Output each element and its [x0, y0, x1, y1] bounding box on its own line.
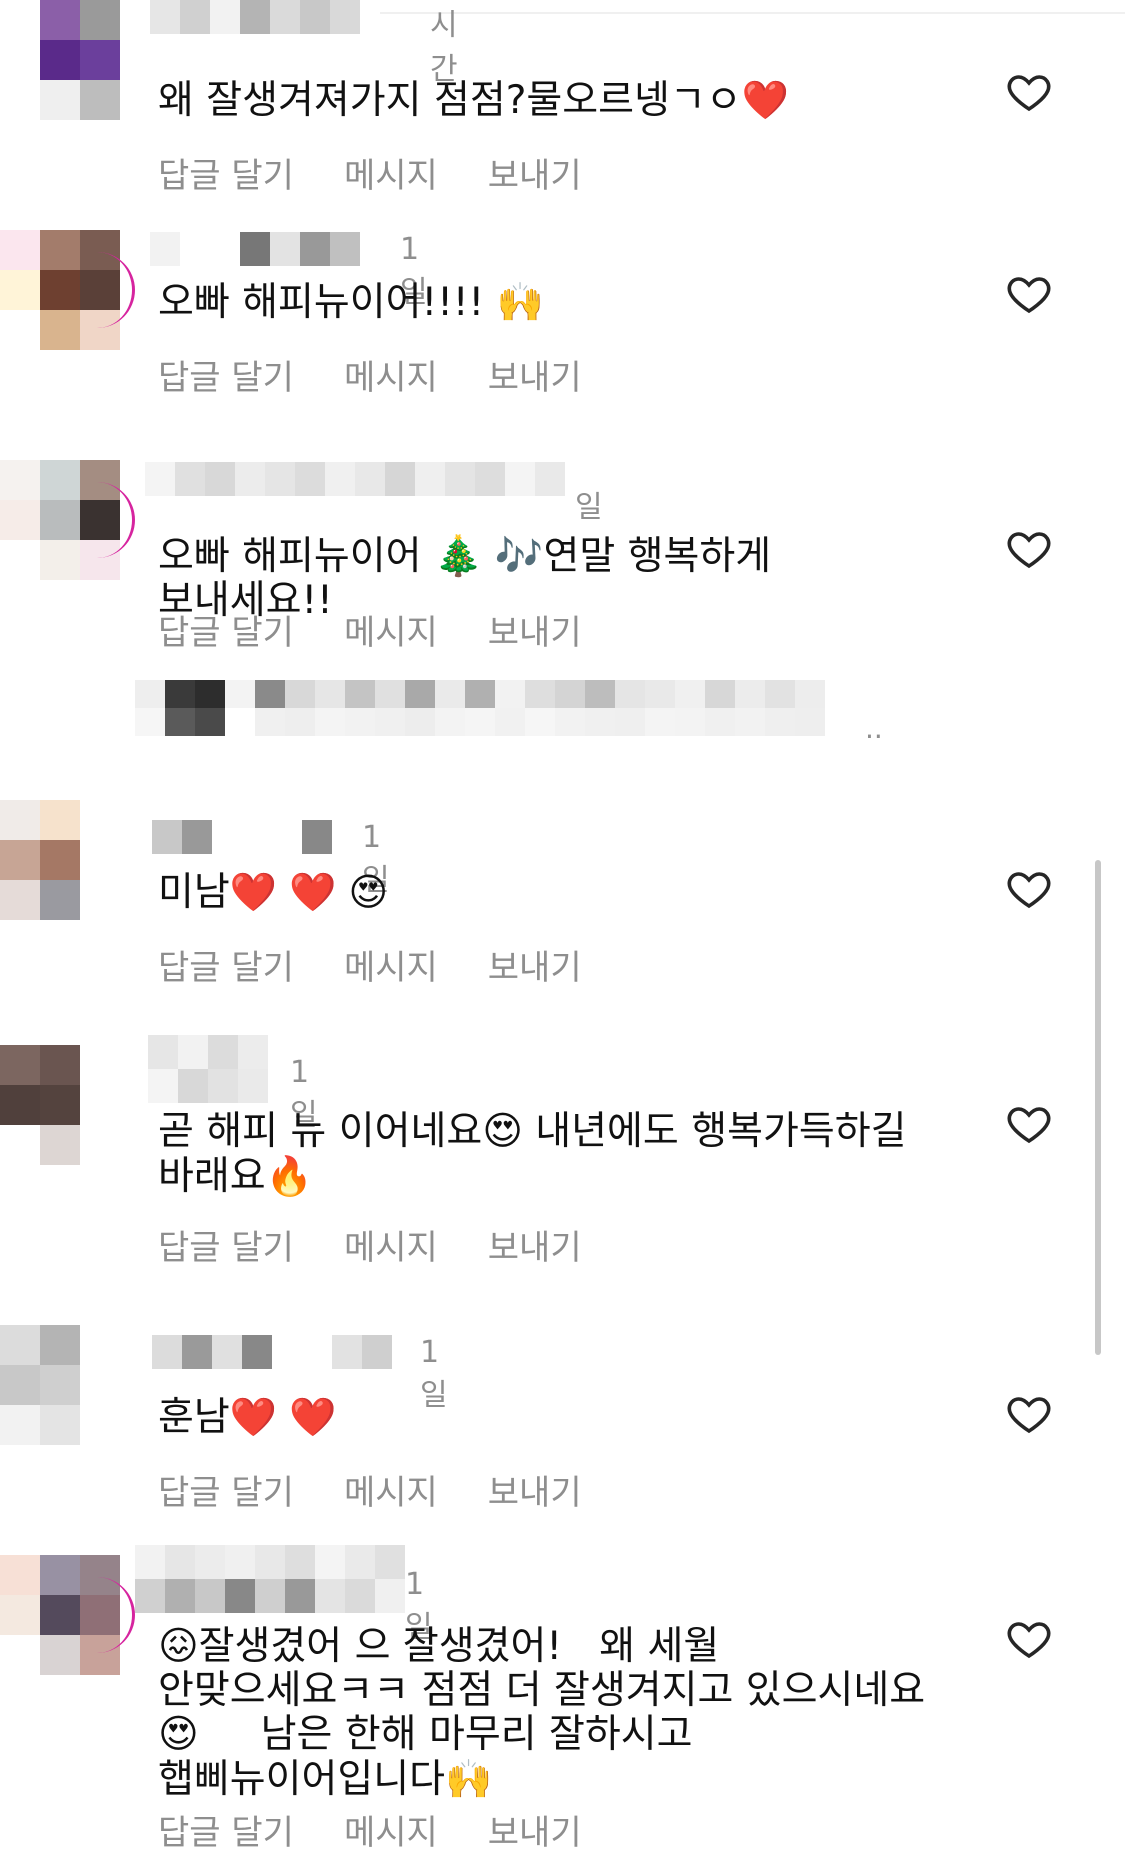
comment-actions: 답글 달기 메시지 보내기 [158, 1220, 582, 1269]
reply-button[interactable]: 답글 달기 [158, 1805, 294, 1854]
story-ring [70, 482, 135, 558]
username-redacted[interactable] [135, 1545, 405, 1613]
avatar[interactable] [0, 0, 120, 120]
comment-actions: 답글 달기 메시지 보내기 [158, 148, 582, 197]
comment-text: 왜 잘생겨져가지 점점?물오르넹ㄱㅇ❤️ [158, 78, 958, 123]
comment-text: 😖잘생겼어 으 잘생겼어! 왜 세월 안맞으세요ㅋㅋ 점점 더 잘생겨지고 있으… [158, 1625, 958, 1802]
message-button[interactable]: 메시지 [344, 1465, 438, 1514]
message-button[interactable]: 메시지 [344, 148, 438, 197]
heart-icon[interactable] [1005, 1390, 1053, 1438]
heart-emoji: ❤️ ❤️ [229, 1395, 337, 1439]
username-redacted[interactable] [150, 232, 360, 266]
story-ring [70, 252, 135, 328]
comment-time: 시간 [430, 8, 458, 87]
send-button[interactable]: 보내기 [488, 940, 582, 989]
heart-icon[interactable] [1005, 1615, 1053, 1663]
avatar[interactable] [0, 1325, 120, 1445]
scrollbar[interactable] [1095, 860, 1101, 1355]
reply-button[interactable]: 답글 달기 [158, 1465, 294, 1514]
send-button[interactable]: 보내기 [488, 1220, 582, 1269]
comment-text: 훈남❤️ ❤️ [158, 1395, 958, 1440]
comment-text: 미남❤️ ❤️ 😍 [158, 870, 958, 915]
username-redacted[interactable] [150, 0, 360, 34]
comment-body: 훈남 [158, 1395, 230, 1440]
username-redacted[interactable] [152, 1335, 392, 1369]
fire-emoji: 🔥 [265, 1154, 313, 1198]
heart-icon[interactable] [1005, 68, 1053, 116]
send-button[interactable]: 보내기 [488, 148, 582, 197]
send-button[interactable]: 보내기 [488, 605, 582, 654]
reply-button[interactable]: 답글 달기 [158, 148, 294, 197]
comment-time: 일 [575, 490, 603, 525]
more-dots[interactable]: .. [865, 712, 883, 745]
message-button[interactable]: 메시지 [344, 940, 438, 989]
comment-text: 오빠 해피뉴이어!!!! 🙌 [158, 280, 958, 325]
heart-icon[interactable] [1005, 270, 1053, 318]
story-ring [70, 1577, 135, 1653]
redacted-block [135, 680, 855, 736]
raising-hands-emoji: 🙌 [445, 1757, 493, 1801]
top-divider [380, 12, 1125, 14]
comment-body: 오빠 해피뉴이어!!!! [158, 280, 497, 325]
message-button[interactable]: 메시지 [344, 605, 438, 654]
comment-body: 미남 [158, 870, 230, 915]
reply-button[interactable]: 답글 달기 [158, 350, 294, 399]
hidden-comments-row[interactable] [135, 680, 895, 764]
comment-actions: 답글 달기 메시지 보내기 [158, 605, 582, 654]
comment-body: 😖잘생겼어 으 잘생겼어! 왜 세월 안맞으세요ㅋㅋ 점점 더 잘생겨지고 있으… [158, 1624, 926, 1802]
heart-emoji: ❤️ ❤️ 😍 [229, 870, 389, 914]
comment-actions: 답글 달기 메시지 보내기 [158, 1805, 582, 1854]
comment-text: 곧 해피 뉴 이어네요😍 내년에도 행복가득하길 바래요🔥 [158, 1110, 958, 1199]
message-button[interactable]: 메시지 [344, 350, 438, 399]
raising-hands-emoji: 🙌 [496, 280, 544, 324]
avatar[interactable] [0, 1045, 120, 1165]
comment-actions: 답글 달기 메시지 보내기 [158, 1465, 582, 1514]
username-redacted[interactable] [145, 462, 565, 522]
username-redacted[interactable] [148, 1035, 288, 1103]
reply-button[interactable]: 답글 달기 [158, 605, 294, 654]
send-button[interactable]: 보내기 [488, 350, 582, 399]
send-button[interactable]: 보내기 [488, 1805, 582, 1854]
message-button[interactable]: 메시지 [344, 1805, 438, 1854]
avatar[interactable] [0, 800, 120, 920]
reply-button[interactable]: 답글 달기 [158, 940, 294, 989]
comment-actions: 답글 달기 메시지 보내기 [158, 940, 582, 989]
heart-icon[interactable] [1005, 525, 1053, 573]
heart-icon[interactable] [1005, 1100, 1053, 1148]
username-redacted[interactable] [152, 820, 332, 854]
heart-emoji: ❤️ [741, 78, 790, 122]
comment-actions: 답글 달기 메시지 보내기 [158, 350, 582, 399]
message-button[interactable]: 메시지 [344, 1220, 438, 1269]
send-button[interactable]: 보내기 [488, 1465, 582, 1514]
reply-button[interactable]: 답글 달기 [158, 1220, 294, 1269]
comment-body: 왜 잘생겨져가지 점점?물오르넹ㄱㅇ [158, 78, 742, 123]
heart-icon[interactable] [1005, 865, 1053, 913]
